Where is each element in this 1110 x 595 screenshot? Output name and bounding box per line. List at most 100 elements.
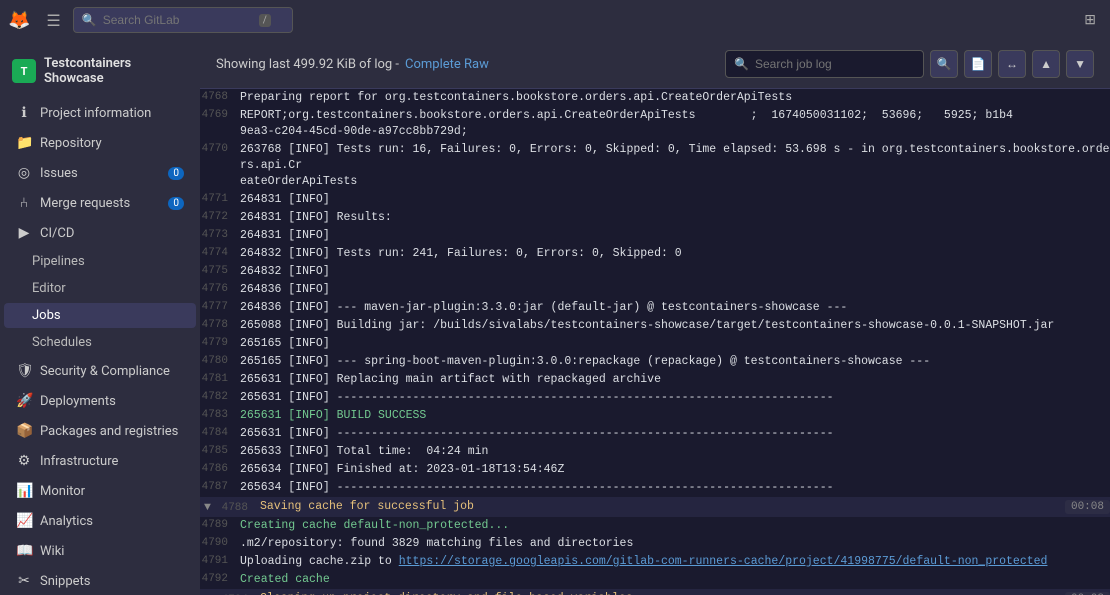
line-number: 4768 xyxy=(200,90,240,103)
line-content: 265634 [INFO] --------------------------… xyxy=(240,480,1110,496)
scroll-up-button[interactable]: ▲ xyxy=(1032,50,1060,78)
scroll-down-button[interactable]: ▼ xyxy=(1066,50,1094,78)
sidebar-item-merge-requests[interactable]: ⑃ Merge requests 0 xyxy=(4,189,196,217)
line-content: 264831 [INFO] Results: xyxy=(240,210,1110,226)
sidebar-sub-item-label: Jobs xyxy=(32,308,61,323)
line-number: 4775 xyxy=(200,264,240,277)
sidebar-item-packages-registries[interactable]: 📦 Packages and registries xyxy=(4,417,196,445)
wiki-icon: 📖 xyxy=(16,543,32,559)
log-line: 4784 265631 [INFO] ---------------------… xyxy=(200,425,1110,443)
showing-text: Showing last 499.92 KiB of log - xyxy=(216,57,399,72)
sidebar-sub-item-jobs[interactable]: Jobs xyxy=(4,303,196,328)
log-line: 4778 265088 [INFO] Building jar: /builds… xyxy=(200,317,1110,335)
info-icon: ℹ xyxy=(16,105,32,121)
line-content: 265165 [INFO] xyxy=(240,336,1110,352)
snippets-icon: ✂ xyxy=(16,573,32,589)
project-name: Testcontainers Showcase xyxy=(44,56,188,86)
log-content: 4768 Preparing report for org.testcontai… xyxy=(200,89,1110,595)
search-input[interactable] xyxy=(103,13,253,27)
log-line: 4780 265165 [INFO] --- spring-boot-maven… xyxy=(200,353,1110,371)
line-number: 4771 xyxy=(200,192,240,205)
packages-icon: 📦 xyxy=(16,423,32,439)
search-job-log[interactable]: 🔍 xyxy=(725,50,924,78)
sidebar-item-label: Infrastructure xyxy=(40,454,118,469)
sidebar-item-deployments[interactable]: 🚀 Deployments xyxy=(4,387,196,415)
log-section-saving-cache[interactable]: ▼ 4788 Saving cache for successful job 0… xyxy=(200,497,1110,517)
line-number: 4786 xyxy=(200,462,240,475)
scroll-button[interactable]: ↔ xyxy=(998,50,1026,78)
log-line: 4777 264836 [INFO] --- maven-jar-plugin:… xyxy=(200,299,1110,317)
sidebar-sub-item-schedules[interactable]: Schedules xyxy=(4,330,196,355)
merge-requests-icon: ⑃ xyxy=(16,195,32,211)
sidebar-item-monitor[interactable]: 📊 Monitor xyxy=(4,477,196,505)
menu-icon[interactable]: ☰ xyxy=(42,7,64,34)
line-number: 4769 xyxy=(200,108,240,121)
log-line: 4789 Creating cache default-non_protecte… xyxy=(200,517,1110,535)
sidebar-item-label: Wiki xyxy=(40,544,64,559)
line-content: 264831 [INFO] xyxy=(240,192,1110,208)
log-line: 4785 265633 [INFO] Total time: 04:24 min xyxy=(200,443,1110,461)
log-line: 4781 265631 [INFO] Replacing main artifa… xyxy=(200,371,1110,389)
sidebar-item-label: Merge requests xyxy=(40,196,130,211)
line-content: 264836 [INFO] --- maven-jar-plugin:3.3.0… xyxy=(240,300,1110,316)
search-job-log-input[interactable] xyxy=(755,57,915,71)
issues-icon: ◎ xyxy=(16,165,32,181)
line-number: 4784 xyxy=(200,426,240,439)
line-content: .m2/repository: found 3829 matching file… xyxy=(240,536,1110,552)
line-content: Preparing report for org.testcontainers.… xyxy=(240,90,1110,106)
line-number: 4790 xyxy=(200,536,240,549)
sidebar-item-project-information[interactable]: ℹ Project information xyxy=(4,99,196,127)
line-content: REPORT;org.testcontainers.bookstore.orde… xyxy=(240,108,1110,140)
log-line: 4770 263768 [INFO] Tests run: 16, Failur… xyxy=(200,141,1110,191)
log-line: 4773 264831 [INFO] xyxy=(200,227,1110,245)
cache-upload-url[interactable]: https://storage.googleapis.com/gitlab-co… xyxy=(399,555,1048,568)
sidebar-item-label: Issues xyxy=(40,166,78,181)
deployments-icon: 🚀 xyxy=(16,393,32,409)
complete-raw-link[interactable]: Complete Raw xyxy=(405,57,489,72)
sidebar-item-label: Monitor xyxy=(40,484,85,499)
sidebar-sub-item-editor[interactable]: Editor xyxy=(4,276,196,301)
line-number: 4770 xyxy=(200,142,240,155)
monitor-icon: 📊 xyxy=(16,483,32,499)
log-line: 4790 .m2/repository: found 3829 matching… xyxy=(200,535,1110,553)
line-number: 4787 xyxy=(200,480,240,493)
sidebar-item-wiki[interactable]: 📖 Wiki xyxy=(4,537,196,565)
avatar: T xyxy=(12,59,36,83)
line-content: 264831 [INFO] xyxy=(240,228,1110,244)
log-line: 4772 264831 [INFO] Results: xyxy=(200,209,1110,227)
sidebar-item-cicd[interactable]: ▶ CI/CD xyxy=(4,219,196,247)
search-shortcut: / xyxy=(259,14,271,27)
global-search[interactable]: 🔍 / xyxy=(73,7,293,33)
line-number: 4781 xyxy=(200,372,240,385)
issues-badge: 0 xyxy=(168,167,184,180)
sidebar-item-repository[interactable]: 📁 Repository xyxy=(4,129,196,157)
sidebar-item-infrastructure[interactable]: ⚙ Infrastructure xyxy=(4,447,196,475)
line-number: 4789 xyxy=(200,518,240,531)
log-line: 4769 REPORT;org.testcontainers.bookstore… xyxy=(200,107,1110,141)
sidebar-item-label: Project information xyxy=(40,106,151,121)
raw-log-button[interactable]: 📄 xyxy=(964,50,992,78)
line-content: 265631 [INFO] --------------------------… xyxy=(240,426,1110,442)
line-content: 263768 [INFO] Tests run: 16, Failures: 0… xyxy=(240,142,1110,190)
log-line: 4787 265634 [INFO] ---------------------… xyxy=(200,479,1110,497)
line-number: 4782 xyxy=(200,390,240,403)
search-execute-button[interactable]: 🔍 xyxy=(930,50,958,78)
topbar-extra-icon[interactable]: ⊞ xyxy=(1078,8,1102,32)
log-section-cleanup[interactable]: ▼ 4794 Cleaning up project directory and… xyxy=(200,589,1110,595)
log-line: 4768 Preparing report for org.testcontai… xyxy=(200,89,1110,107)
sidebar-item-analytics[interactable]: 📈 Analytics xyxy=(4,507,196,535)
log-header: Showing last 499.92 KiB of log - Complet… xyxy=(200,40,1110,89)
line-content: 265633 [INFO] Total time: 04:24 min xyxy=(240,444,1110,460)
sidebar-item-snippets[interactable]: ✂ Snippets xyxy=(4,567,196,595)
sidebar-sub-item-label: Schedules xyxy=(32,335,92,350)
sidebar-item-security-compliance[interactable]: 🛡 Security & Compliance xyxy=(4,357,196,385)
main-layout: T Testcontainers Showcase ℹ Project info… xyxy=(0,40,1110,595)
sidebar-item-issues[interactable]: ◎ Issues 0 xyxy=(4,159,196,187)
log-line: 4771 264831 [INFO] xyxy=(200,191,1110,209)
line-content: 265165 [INFO] --- spring-boot-maven-plug… xyxy=(240,354,1110,370)
line-content: 265634 [INFO] Finished at: 2023-01-18T13… xyxy=(240,462,1110,478)
log-line: 4792 Created cache xyxy=(200,571,1110,589)
section-timestamp: 00:08 xyxy=(1065,500,1110,514)
line-number: 4776 xyxy=(200,282,240,295)
sidebar-sub-item-pipelines[interactable]: Pipelines xyxy=(4,249,196,274)
